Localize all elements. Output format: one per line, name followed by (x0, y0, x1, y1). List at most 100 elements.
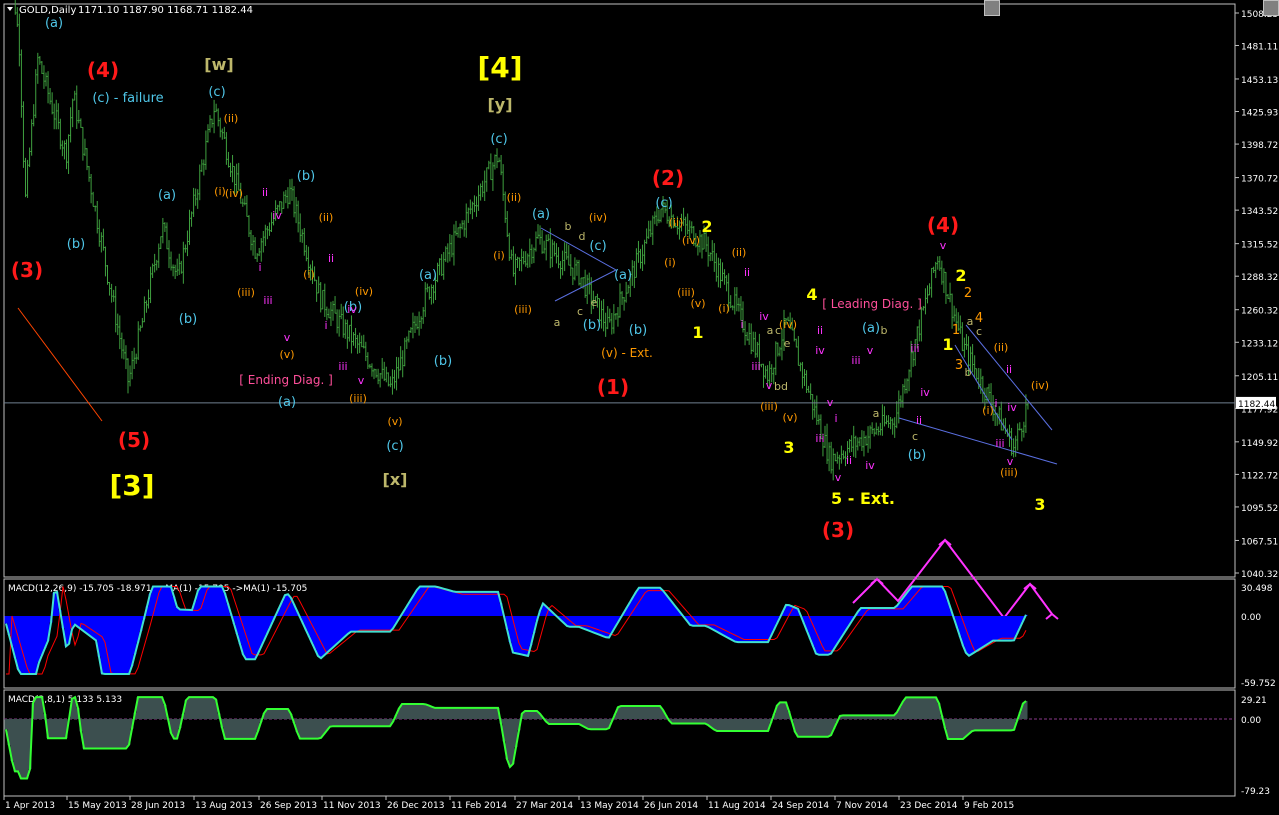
wave-label: (a) (45, 16, 63, 31)
wave-label: 4 (975, 311, 983, 326)
current-price-label: 1182.44 (1238, 400, 1275, 410)
price-tick-label: 1122.72 (1241, 471, 1278, 481)
wave-label: i (994, 397, 997, 410)
wave-label: (i) (982, 404, 994, 417)
wave-label: iv (815, 344, 825, 357)
arrow-head (938, 538, 952, 546)
wave-label: v (835, 471, 842, 484)
wave-label: 2 (964, 286, 972, 301)
price-tick-label: 1067.51 (1241, 537, 1278, 547)
wave-label: v (827, 396, 834, 409)
wave-label: iv (865, 459, 875, 472)
wave-label: iv (1007, 401, 1017, 414)
scroll-button[interactable] (1263, 0, 1279, 16)
trend-line (17, 307, 103, 422)
price-tick-label: 1398.72 (1241, 141, 1278, 151)
wave-label: 2 (955, 266, 966, 285)
wave-label: iv (920, 386, 930, 399)
scroll-button[interactable] (984, 0, 1000, 16)
wave-label: (4) (87, 58, 119, 82)
macd-axis-label: 30.498 (1241, 584, 1273, 594)
wave-label: (2) (652, 166, 684, 190)
wave-label: 5 - Ext. (831, 489, 895, 508)
price-tick-label: 1233.12 (1241, 339, 1278, 349)
wave-label: (a) (158, 188, 176, 203)
wave-label: (v) (782, 411, 797, 424)
wave-label: iii (263, 294, 272, 307)
wave-label: b (881, 324, 888, 337)
wave-label: 1 (952, 323, 960, 338)
time-tick-label: 13 May 2014 (580, 801, 639, 811)
wave-label: c (577, 305, 583, 318)
wave-label: iii (995, 437, 1004, 450)
time-tick-label: 26 Jun 2014 (644, 801, 698, 811)
wave-label: iii (910, 342, 919, 355)
wave-label: b (965, 366, 972, 379)
wave-label: i (324, 319, 327, 332)
wave-label: (iii) (1000, 466, 1018, 479)
time-tick-label: 27 Mar 2014 (516, 801, 573, 811)
wave-label: (b) (297, 169, 315, 184)
wave-label: a (873, 407, 880, 420)
wave-label: a (554, 316, 561, 329)
wave-label: (b) (67, 237, 85, 252)
time-tick-label: 11 Aug 2014 (708, 801, 766, 811)
price-tick-label: 1040.32 (1241, 570, 1278, 580)
price-tick-label: 1205.11 (1241, 373, 1278, 383)
wave-label: 3 (783, 438, 794, 457)
price-tick-label: 1315.52 (1241, 241, 1278, 251)
time-tick-label: 13 Aug 2013 (195, 801, 253, 811)
price-tick-label: 1370.72 (1241, 175, 1278, 185)
wave-label: (ii) (319, 211, 334, 224)
wave-label: (v) (387, 415, 402, 428)
wave-label: [x] (383, 470, 408, 489)
wave-label: (c) (490, 132, 507, 147)
wave-label: (iii) (514, 303, 532, 316)
wave-label: iv (759, 310, 769, 323)
macd-axis-label: 0.00 (1241, 613, 1261, 623)
wave-label: (c) - failure (92, 91, 163, 106)
wedge-line-upper-inner (954, 344, 1013, 441)
wave-label: (a) (614, 268, 632, 283)
macd2-axis-label: 29.21 (1241, 696, 1267, 706)
price-tick-label: 1095.52 (1241, 504, 1278, 514)
wave-label: (ii) (224, 112, 239, 125)
wave-label: (c) (208, 85, 225, 100)
wave-label: ii (1006, 363, 1012, 376)
wave-label: v (940, 239, 947, 252)
wave-label: iv (272, 209, 282, 222)
wave-label: (v) (279, 348, 294, 361)
macd2-axis-label: -79.23 (1241, 787, 1270, 797)
wave-label: ii (744, 266, 750, 279)
wave-label: ii (262, 186, 268, 199)
price-tick-label: 1481.11 (1241, 42, 1278, 52)
wave-label: (iii) (349, 392, 367, 405)
wave-label: (3) (822, 518, 854, 542)
wave-label: (iv) (1031, 379, 1049, 392)
symbol-title: GOLD,Daily (19, 5, 76, 16)
wave-label: (i) (493, 249, 505, 262)
chart-window[interactable]: 1508.25 1481.11 1453.13 1425.93 1398.72 1370.… (0, 0, 1279, 811)
wave-label: 3 (955, 358, 963, 373)
wave-label: (iii) (760, 400, 778, 413)
ohlc-values: 1171.10 1187.90 1168.71 1182.44 (78, 5, 253, 16)
time-tick-label: 23 Dec 2014 (900, 801, 958, 811)
wave-label: (b) (908, 448, 926, 463)
wave-label: a (767, 324, 774, 337)
time-tick-label: 1 Apr 2013 (5, 801, 55, 811)
wave-label: [w] (204, 55, 233, 74)
wave-label: ii (846, 454, 852, 467)
dropdown-icon[interactable] (7, 7, 13, 11)
wave-label: ii (817, 324, 823, 337)
wave-label: (v) - Ext. (601, 346, 653, 360)
wave-label: (iv) (589, 211, 607, 224)
wave-label: i (740, 318, 743, 331)
wave-label: 3 (1034, 495, 1045, 514)
wave-label: v (766, 379, 773, 392)
macd2-axis-label: 0.00 (1241, 716, 1261, 726)
price-tick-label: 1425.93 (1241, 109, 1278, 119)
macd2-label: MACD(3,8,1) 5.133 5.133 (8, 695, 122, 705)
wave-label: v (284, 331, 291, 344)
wave-label: (iv) (225, 187, 243, 200)
wave-label: i (258, 261, 261, 274)
